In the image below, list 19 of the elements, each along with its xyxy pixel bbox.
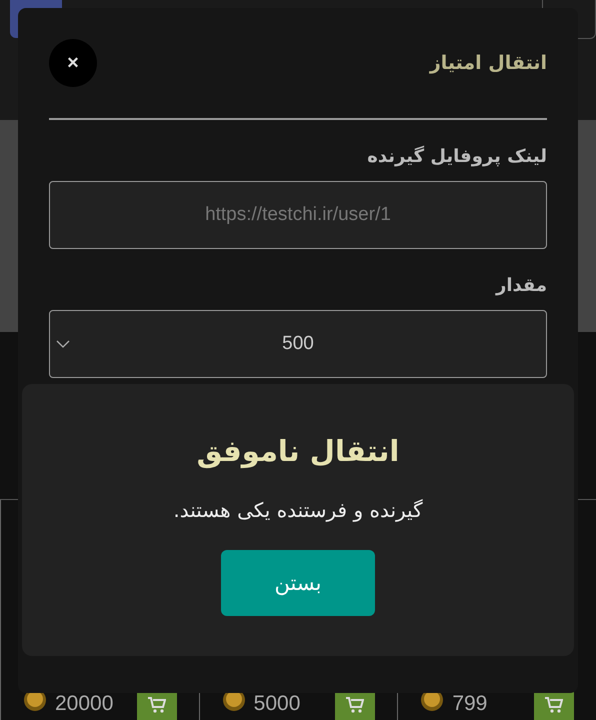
cart-button[interactable] <box>335 690 376 720</box>
cart-button[interactable] <box>534 690 574 720</box>
price-text: 20000 <box>54 692 114 717</box>
cart-icon <box>148 697 166 713</box>
dialog-title: انتقال امتیاز <box>430 52 547 74</box>
field-label: لینک پروفایل گیرنده <box>366 146 547 167</box>
price-text: 799 <box>452 692 488 717</box>
alert-message: گیرنده و فرستنده یکی هستند. <box>173 498 423 522</box>
cart-button[interactable] <box>136 690 177 720</box>
chevron-icon <box>56 340 70 348</box>
field-label: مقدار <box>494 275 547 296</box>
amount-select[interactable]: 500 <box>49 310 547 378</box>
cart-icon <box>545 697 563 713</box>
close-button[interactable]: بستن <box>221 550 375 616</box>
alert-title: انتقال ناموفق <box>196 434 400 468</box>
profile-link-field[interactable]: https://testchi.ir/user/1 <box>49 181 547 249</box>
cart-icon <box>346 697 364 713</box>
price-text: 5000 <box>254 692 302 717</box>
close-button[interactable]: × <box>49 39 97 87</box>
